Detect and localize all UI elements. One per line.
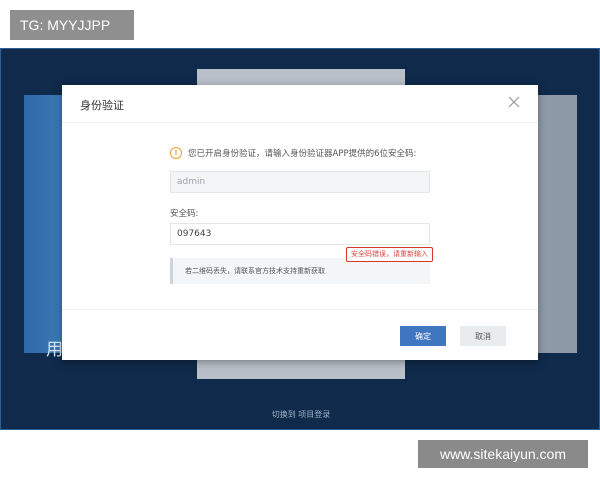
cancel-button[interactable]: 取消	[460, 326, 506, 346]
close-icon[interactable]	[506, 94, 522, 110]
security-code-label: 安全码:	[170, 209, 199, 219]
switch-login-link[interactable]: 切换到 项目登录	[1, 409, 600, 420]
warning-icon: !	[170, 147, 182, 159]
confirm-button[interactable]: 确定	[400, 326, 446, 346]
auth-modal: 身份验证 ! 您已开启身份验证，请输入身份验证器APP提供的6位安全码: 安全码…	[62, 85, 538, 360]
auth-notice: ! 您已开启身份验证，请输入身份验证器APP提供的6位安全码:	[170, 147, 416, 159]
background-panel-text: 用	[46, 340, 63, 360]
watermark-top-label: TG: MYYJJPP	[10, 10, 134, 40]
error-tooltip: 安全码错误，请重新输入	[346, 247, 433, 262]
modal-divider	[62, 309, 538, 310]
auth-notice-text: 您已开启身份验证，请输入身份验证器APP提供的6位安全码:	[188, 149, 417, 159]
modal-title: 身份验证	[80, 99, 124, 112]
username-field[interactable]	[170, 171, 430, 193]
modal-header: 身份验证	[62, 85, 538, 123]
security-code-input[interactable]	[170, 223, 430, 245]
watermark-bottom-label: www.sitekaiyun.com	[418, 440, 588, 468]
